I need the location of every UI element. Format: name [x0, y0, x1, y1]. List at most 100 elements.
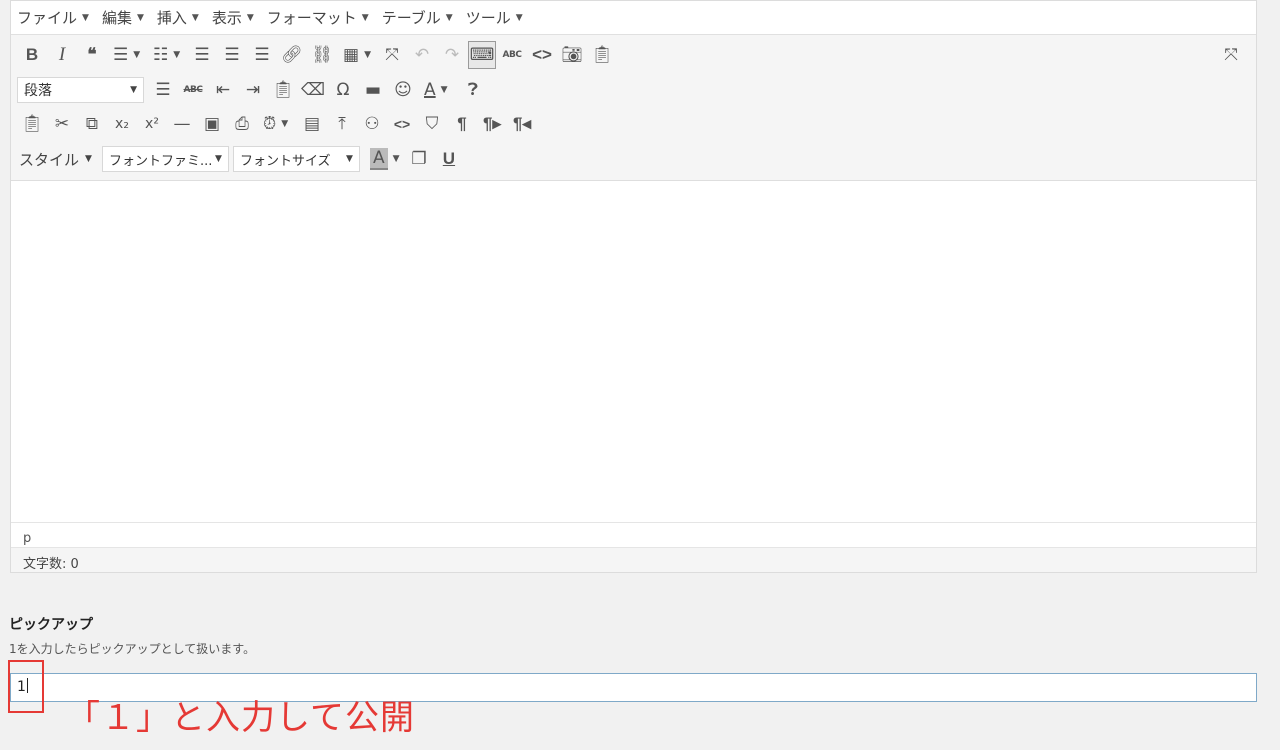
remove-link-button[interactable]: ⛓: [307, 41, 337, 69]
code-icon: <>: [393, 116, 411, 132]
redo-icon: ↷: [444, 45, 460, 65]
special-character-button[interactable]: Ω: [328, 76, 358, 104]
horizontal-line-button[interactable]: —: [167, 110, 197, 138]
anchor-button[interactable]: ⛉: [417, 110, 447, 138]
upload-button[interactable]: ⤒: [327, 110, 357, 138]
menu-tools[interactable]: ツール ▼: [466, 7, 523, 28]
paste-button[interactable]: 📋︎: [587, 41, 617, 69]
undo-button[interactable]: ↶: [407, 41, 437, 69]
toolbar-row-3: 📋︎ ✂ ⧉ x₂ x² — ▣ ⎙ ⏰︎ ▼ ▤ ⤒ ⚇ <> ⛉ ¶ ¶▸ ¶…: [17, 110, 537, 138]
caret-down-icon: ▼: [173, 50, 181, 60]
font-size-select[interactable]: フォントサイズ ▼: [232, 146, 360, 172]
smiley-icon: ☺: [394, 80, 412, 100]
align-center-button[interactable]: ☰: [217, 41, 247, 69]
subscript-button[interactable]: x₂: [107, 110, 137, 138]
spellcheck-button[interactable]: ABC: [497, 41, 527, 69]
font-family-select[interactable]: フォントファミ... ▼: [101, 146, 229, 172]
subscript-icon: x₂: [115, 116, 129, 132]
read-more-button[interactable]: ▬: [358, 76, 388, 104]
help-button[interactable]: ❓︎: [458, 76, 488, 104]
underline-icon: U: [442, 149, 456, 168]
toolbar-row-4: スタイル ▼ フォントファミ... ▼ フォントサイズ ▼ A ▼ ❐ U: [17, 145, 464, 173]
bullet-list-icon: ☰: [113, 45, 129, 65]
menu-format[interactable]: フォーマット ▼: [267, 7, 369, 28]
eraser-icon: ⌫: [300, 80, 326, 100]
caret-down-icon: ▼: [515, 12, 523, 23]
paste-button-2[interactable]: 📋︎: [17, 110, 47, 138]
copy-button[interactable]: ⧉: [77, 110, 107, 138]
clock-icon: ⏰︎: [263, 114, 277, 134]
text-color-button[interactable]: A ▼: [418, 76, 458, 104]
copy-format-button[interactable]: ❐: [404, 145, 434, 173]
bookmark-icon: ⛉: [425, 114, 439, 134]
undo-icon: ↶: [414, 45, 430, 65]
code-sample-button[interactable]: <>: [387, 110, 417, 138]
paste-icon: 📋︎: [21, 114, 43, 134]
paste-text-icon: 📋︎: [272, 80, 294, 100]
table-icon: ▦: [343, 45, 360, 65]
unlink-icon: ⛓: [311, 45, 333, 65]
find-replace-button[interactable]: ⚇: [357, 110, 387, 138]
numbered-list-button[interactable]: ☷ ▼: [147, 41, 187, 69]
emoticons-button[interactable]: ☺: [388, 76, 418, 104]
media-button[interactable]: 📷︎: [557, 41, 587, 69]
insert-datetime-button[interactable]: ⏰︎ ▼: [257, 110, 297, 138]
editor-menubar: ファイル ▼ 編集 ▼ 挿入 ▼ 表示 ▼ フォーマット ▼ テーブル ▼ ツール ▼: [11, 1, 1256, 35]
editor-content-area[interactable]: [11, 180, 1256, 522]
styles-menu[interactable]: スタイル ▼: [17, 149, 98, 170]
insert-image-button[interactable]: ▣: [197, 110, 227, 138]
fullscreen-icon: ⤧: [1224, 45, 1238, 65]
insert-media-button[interactable]: ▤: [297, 110, 327, 138]
show-blocks-button[interactable]: ¶: [447, 110, 477, 138]
fullscreen-button[interactable]: ⤧: [1216, 41, 1246, 69]
menu-insert[interactable]: 挿入 ▼: [157, 7, 199, 28]
numbered-list-icon: ☷: [153, 45, 169, 65]
pilcrow-icon: ¶: [457, 114, 467, 133]
justify-button[interactable]: ☰: [148, 76, 178, 104]
media-icon: 📷︎: [561, 45, 583, 65]
align-right-icon: ☰: [254, 45, 270, 65]
element-path[interactable]: p: [11, 522, 1256, 547]
toolbar-toggle-button[interactable]: ⌨: [468, 41, 496, 69]
help-icon: ❓︎: [467, 80, 479, 100]
outdent-icon: ⇤: [215, 80, 231, 100]
strikethrough-button[interactable]: ABC: [178, 76, 208, 104]
rtl-button[interactable]: ¶◂: [507, 110, 537, 138]
ltr-button[interactable]: ¶▸: [477, 110, 507, 138]
bold-button[interactable]: B: [17, 41, 47, 69]
insert-link-button[interactable]: 🔗︎: [277, 41, 307, 69]
outdent-button[interactable]: ⇤: [208, 76, 238, 104]
caret-down-icon: ▼: [130, 85, 137, 95]
align-right-button[interactable]: ☰: [247, 41, 277, 69]
menu-edit[interactable]: 編集 ▼: [102, 7, 144, 28]
print-button[interactable]: ⎙: [227, 110, 257, 138]
clear-formatting-button[interactable]: ⌫: [298, 76, 328, 104]
menu-table[interactable]: テーブル ▼: [382, 7, 453, 28]
caret-down-icon: ▼: [215, 154, 222, 164]
paragraph-format-select[interactable]: 段落 ▼: [17, 77, 144, 103]
redo-button[interactable]: ↷: [437, 41, 467, 69]
cut-button[interactable]: ✂: [47, 110, 77, 138]
source-code-button[interactable]: <>: [527, 41, 557, 69]
caret-down-icon: ▼: [136, 12, 144, 23]
distraction-free-button[interactable]: ⤧: [377, 41, 407, 69]
annotation-text: 「１」と入力して公開: [66, 698, 415, 738]
paste-as-text-button[interactable]: 📋︎: [268, 76, 298, 104]
bullet-list-button[interactable]: ☰ ▼: [107, 41, 147, 69]
omega-icon: Ω: [336, 80, 350, 100]
blockquote-button[interactable]: ❝: [77, 41, 107, 69]
indent-button[interactable]: ⇥: [238, 76, 268, 104]
background-color-button[interactable]: A ▼: [364, 145, 404, 173]
underline-button[interactable]: U: [434, 145, 464, 173]
menu-view[interactable]: 表示 ▼: [212, 7, 254, 28]
table-button[interactable]: ▦ ▼: [337, 41, 377, 69]
background-color-icon: A: [369, 148, 388, 170]
image-icon: ▣: [203, 114, 221, 134]
menu-file[interactable]: ファイル ▼: [17, 7, 89, 28]
horizontal-line-icon: —: [173, 114, 191, 134]
italic-button[interactable]: I: [47, 41, 77, 69]
align-left-button[interactable]: ☰: [187, 41, 217, 69]
editor-toolbar: B I ❝ ☰ ▼ ☷ ▼ ☰ ☰ ☰ 🔗︎ ⛓ ▦ ▼ ⤧ ↶ ↷ ⌨ ABC <>…: [11, 35, 1256, 180]
rich-text-editor: ファイル ▼ 編集 ▼ 挿入 ▼ 表示 ▼ フォーマット ▼ テーブル ▼ ツール ▼ B I…: [10, 0, 1257, 573]
superscript-button[interactable]: x²: [137, 110, 167, 138]
